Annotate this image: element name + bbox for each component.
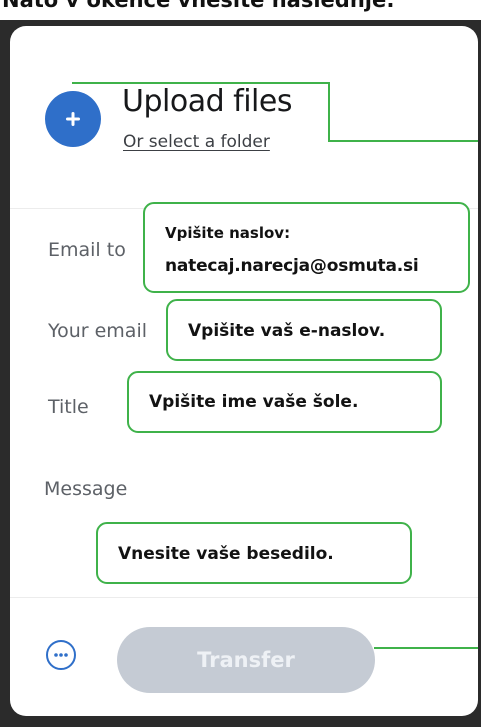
message-label: Message xyxy=(44,478,128,500)
email-to-field[interactable]: Vpišite naslov: natecaj.narecja@osmuta.s… xyxy=(143,202,470,293)
title-hint: Vpišite ime vaše šole. xyxy=(149,392,359,412)
caption-text: Nato v okence vnesite naslednje: xyxy=(2,0,395,12)
footer-divider xyxy=(10,597,478,598)
email-to-hint: Vpišite naslov: xyxy=(165,224,291,242)
transfer-button[interactable]: Transfer xyxy=(117,627,375,693)
upload-add-button[interactable] xyxy=(45,91,101,147)
email-to-address: natecaj.narecja@osmuta.si xyxy=(165,256,419,276)
callout-line-vertical xyxy=(328,82,330,142)
title-label: Title xyxy=(48,396,89,418)
plus-icon xyxy=(66,112,80,126)
more-options-button[interactable] xyxy=(46,640,76,670)
your-email-field[interactable]: Vpišite vaš e-naslov. xyxy=(166,299,442,361)
select-folder-link[interactable]: Or select a folder xyxy=(123,132,270,152)
upload-files-title: Upload files xyxy=(122,84,292,119)
callout-line-right xyxy=(328,140,478,142)
title-field[interactable]: Vpišite ime vaše šole. xyxy=(127,371,442,433)
email-to-label: Email to xyxy=(48,239,126,261)
callout-line-top xyxy=(72,82,330,84)
top-caption: Nato v okence vnesite naslednje: xyxy=(0,0,481,22)
transfer-callout-line xyxy=(374,647,478,649)
your-email-label: Your email xyxy=(48,320,147,342)
message-field[interactable]: Vnesite vaše besedilo. xyxy=(96,522,412,584)
your-email-hint: Vpišite vaš e-naslov. xyxy=(188,321,386,341)
message-hint: Vnesite vaše besedilo. xyxy=(118,544,334,564)
ellipsis-icon xyxy=(54,653,68,657)
